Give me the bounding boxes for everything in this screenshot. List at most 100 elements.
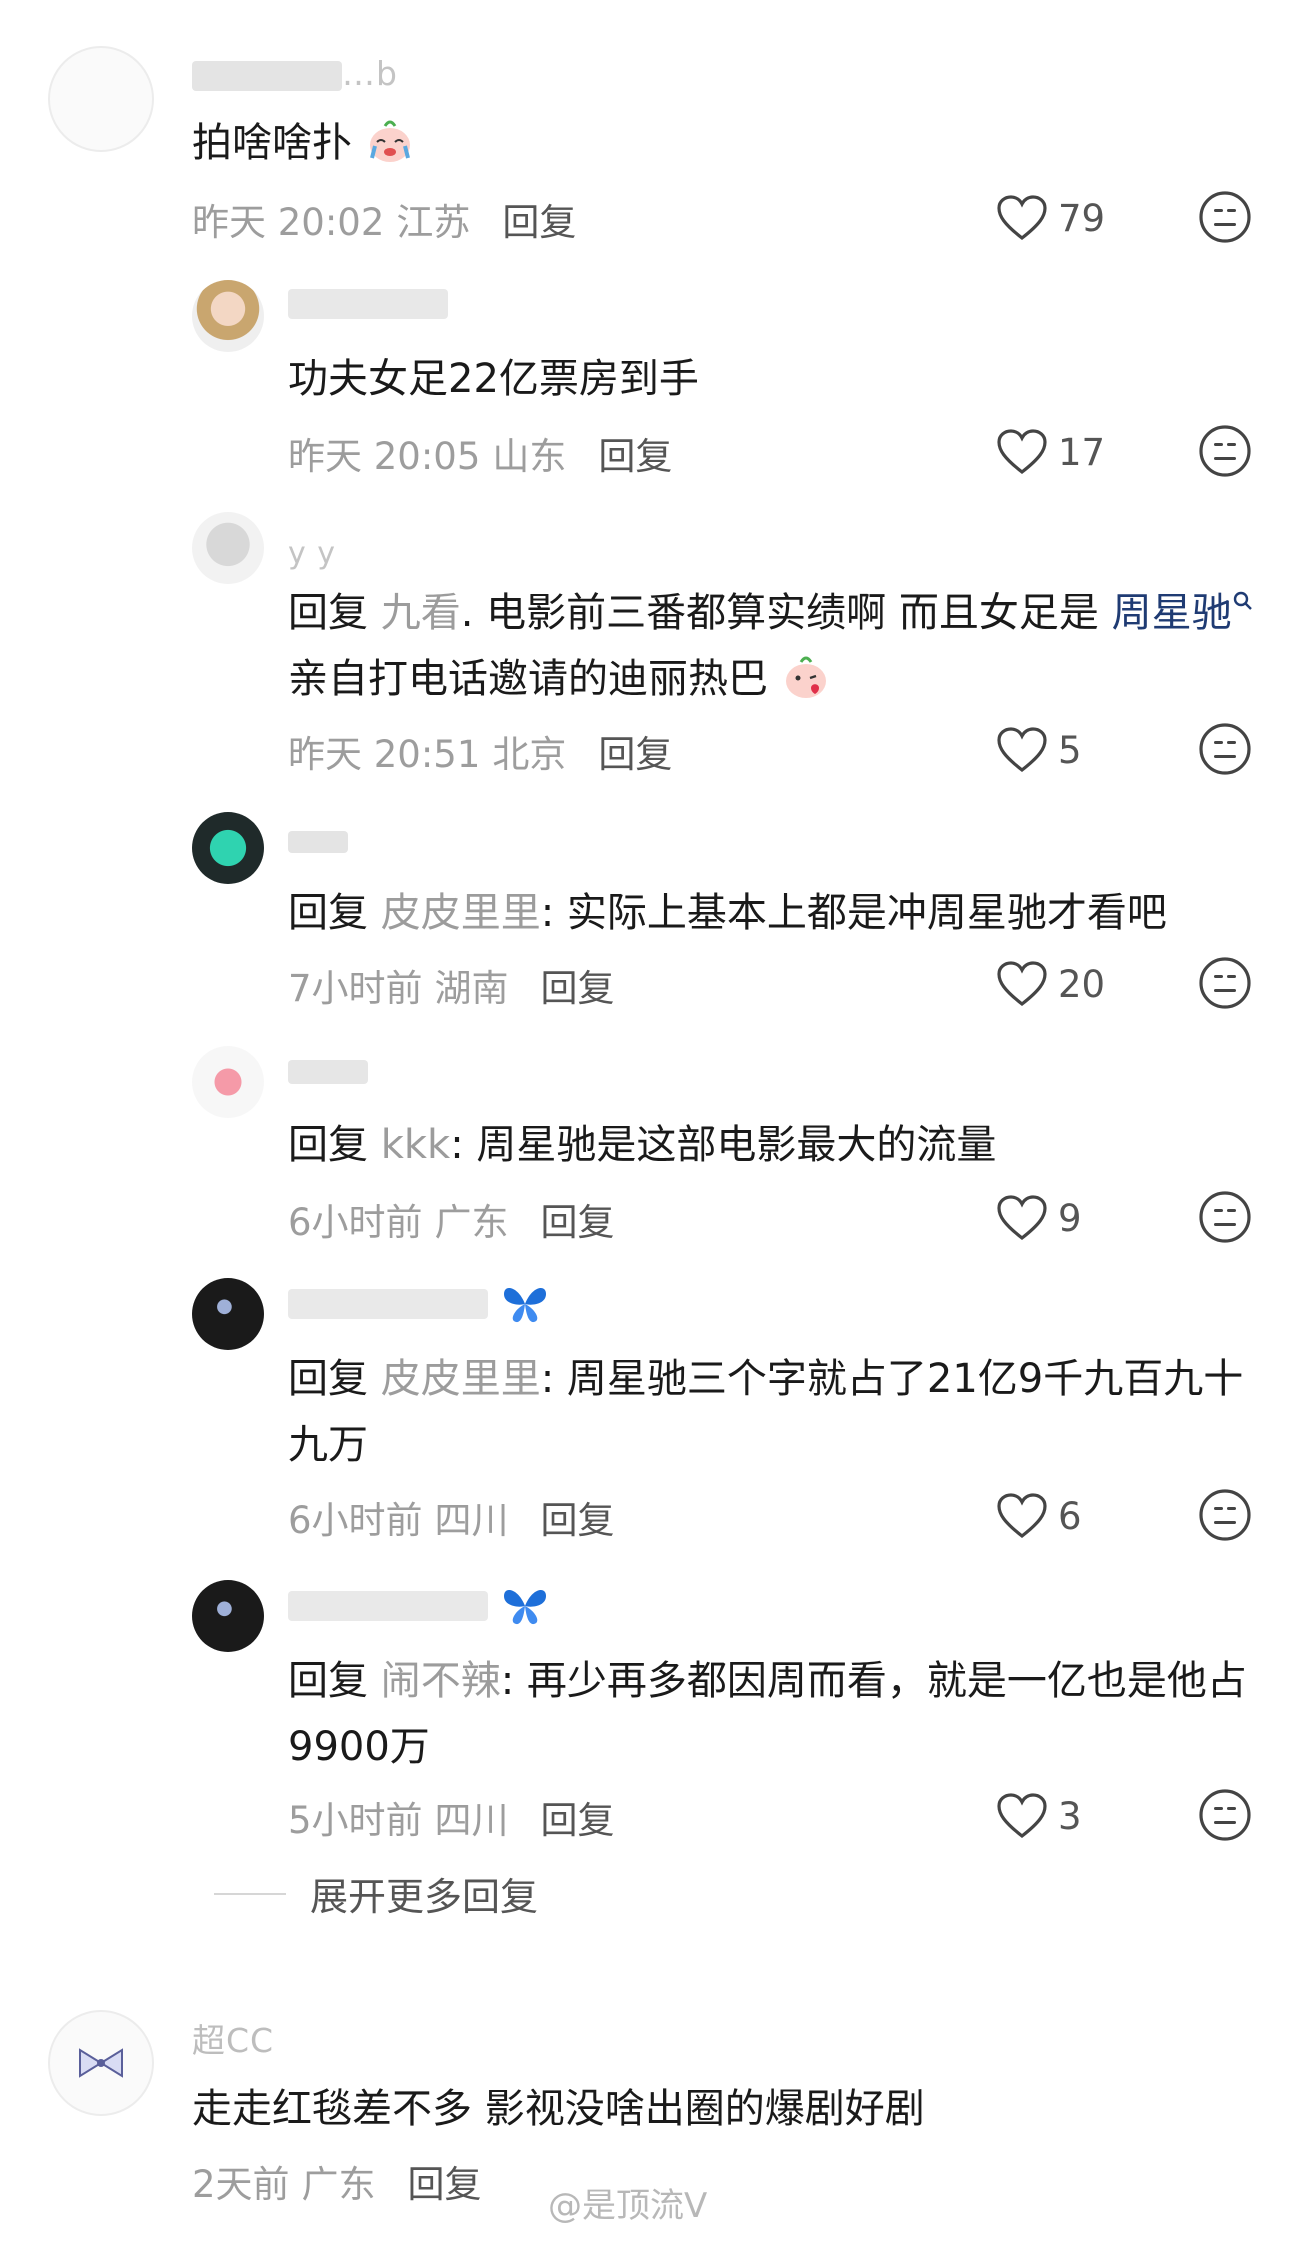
location: 广东	[301, 2163, 376, 2206]
comment-text: 回复 皮皮里里: 周星驰三个字就占了21亿9千九百九十九万	[288, 1356, 1244, 1468]
timestamp: 昨天 20:02	[192, 201, 385, 244]
reply-button[interactable]: 回复	[408, 2163, 482, 2206]
username[interactable]: …b	[192, 54, 398, 93]
avatar[interactable]	[48, 2010, 154, 2116]
meh-face-icon[interactable]	[1198, 722, 1252, 776]
reply-button[interactable]: 回复	[541, 1799, 615, 1842]
like-button[interactable]: 20	[940, 954, 1110, 1014]
username[interactable]	[288, 282, 448, 321]
mention-link[interactable]: 周星驰	[1112, 590, 1232, 636]
reply-target-name[interactable]: 闹不辣	[381, 1658, 501, 1704]
location: 北京	[492, 733, 567, 776]
comment-meta: 6小时前 广东 回复	[288, 1192, 615, 1246]
like-count: 79	[1058, 196, 1106, 240]
butterfly-icon	[503, 1590, 546, 1625]
meh-face-icon[interactable]	[1198, 424, 1252, 478]
like-button[interactable]: 79	[940, 188, 1110, 248]
comment-meta: 2天前 广东 回复	[192, 2154, 482, 2208]
username[interactable]	[288, 1050, 368, 1089]
comment-text: 走走红毯差不多 影视没啥出圈的爆剧好剧	[192, 2086, 925, 2132]
avatar[interactable]	[192, 512, 264, 584]
avatar[interactable]	[192, 812, 264, 884]
username[interactable]	[288, 820, 348, 859]
bow-icon	[79, 2048, 123, 2078]
like-count: 17	[1058, 430, 1106, 474]
avatar[interactable]	[192, 1046, 264, 1118]
username[interactable]	[288, 1584, 550, 1628]
reply-button[interactable]: 回复	[502, 201, 576, 244]
heart-outline-icon	[997, 1793, 1047, 1839]
location: 四川	[434, 1499, 509, 1542]
expand-more-replies-label[interactable]: 展开更多回复	[310, 1866, 538, 1921]
like-button[interactable]: 5	[940, 720, 1110, 780]
avatar[interactable]	[192, 1580, 264, 1652]
like-count: 9	[1058, 1196, 1082, 1240]
like-count: 5	[1058, 728, 1082, 772]
location: 广东	[434, 1201, 509, 1244]
comment-meta: 昨天 20:51 北京 回复	[288, 724, 672, 778]
avatar[interactable]	[192, 1278, 264, 1350]
meh-face-icon[interactable]	[1198, 1190, 1252, 1244]
comment-meta: 7小时前 湖南 回复	[288, 958, 615, 1012]
reply-button[interactable]: 回复	[541, 1499, 615, 1542]
butterfly-icon	[503, 1288, 546, 1323]
avatar[interactable]	[192, 280, 264, 352]
avatar[interactable]	[48, 46, 154, 152]
reply-target-name[interactable]: 皮皮里里	[381, 1356, 541, 1402]
like-count: 6	[1058, 1494, 1082, 1538]
reply-target-name[interactable]: 九看	[381, 590, 461, 636]
heart-outline-icon	[997, 1195, 1047, 1241]
username[interactable]: 超CC	[192, 2014, 274, 2062]
like-count: 3	[1058, 1794, 1082, 1838]
comment-text: 回复 皮皮里里: 实际上基本上都是冲周星驰才看吧	[288, 890, 1167, 936]
timestamp: 5小时前	[288, 1799, 423, 1842]
comment-text: 回复 九看. 电影前三番都算实绩啊 而且女足是 周星驰 亲自打电话邀请的迪丽热巴	[288, 580, 1260, 712]
location: 江苏	[396, 201, 471, 244]
comment-meta: 5小时前 四川 回复	[288, 1790, 615, 1844]
comment-text: 回复 kkk: 周星驰是这部电影最大的流量	[288, 1122, 997, 1168]
like-button[interactable]: 3	[940, 1786, 1110, 1846]
like-button[interactable]: 17	[940, 422, 1110, 482]
location: 湖南	[434, 967, 509, 1010]
like-button[interactable]: 9	[940, 1188, 1110, 1248]
reply-button[interactable]: 回复	[541, 1201, 615, 1244]
watermark: @是顶流V	[548, 2186, 708, 2226]
heart-outline-icon	[997, 1493, 1047, 1539]
comment-text: 拍啥啥扑	[192, 110, 1260, 176]
kiss-face-emoji	[785, 656, 826, 698]
timestamp: 昨天 20:05	[288, 435, 481, 478]
heart-outline-icon	[997, 961, 1047, 1007]
meh-face-icon[interactable]	[1198, 190, 1252, 244]
location: 山东	[492, 435, 567, 478]
meh-face-icon[interactable]	[1198, 1788, 1252, 1842]
like-button[interactable]: 6	[940, 1486, 1110, 1546]
heart-outline-icon	[997, 195, 1047, 241]
timestamp: 2天前	[192, 2163, 290, 2206]
username[interactable]: y y	[288, 536, 336, 571]
meh-face-icon[interactable]	[1198, 956, 1252, 1010]
comment-text: 功夫女足22亿票房到手	[288, 356, 699, 402]
crying-face-emoji	[369, 120, 410, 162]
expand-more-replies[interactable]: 展开更多回复	[214, 1866, 538, 1921]
timestamp: 6小时前	[288, 1499, 423, 1542]
comment-text: 回复 闹不辣: 再少再多都因周而看，就是一亿也是他占9900万	[288, 1658, 1247, 1770]
comment-meta: 昨天 20:02 江苏 回复	[192, 192, 576, 246]
reply-button[interactable]: 回复	[598, 733, 672, 776]
heart-outline-icon	[997, 727, 1047, 773]
timestamp: 6小时前	[288, 1201, 423, 1244]
divider	[214, 1892, 286, 1895]
location: 四川	[434, 1799, 509, 1842]
reply-button[interactable]: 回复	[598, 435, 672, 478]
like-count: 20	[1058, 962, 1106, 1006]
comment-meta: 昨天 20:05 山东 回复	[288, 426, 672, 480]
search-icon	[1233, 591, 1252, 610]
comment-meta: 6小时前 四川 回复	[288, 1490, 615, 1544]
reply-target-name[interactable]: 皮皮里里	[381, 890, 541, 936]
meh-face-icon[interactable]	[1198, 1488, 1252, 1542]
username[interactable]	[288, 1282, 550, 1326]
heart-outline-icon	[997, 429, 1047, 475]
reply-target-name[interactable]: kkk	[381, 1122, 451, 1168]
reply-button[interactable]: 回复	[541, 967, 615, 1010]
timestamp: 昨天 20:51	[288, 733, 481, 776]
timestamp: 7小时前	[288, 967, 423, 1010]
